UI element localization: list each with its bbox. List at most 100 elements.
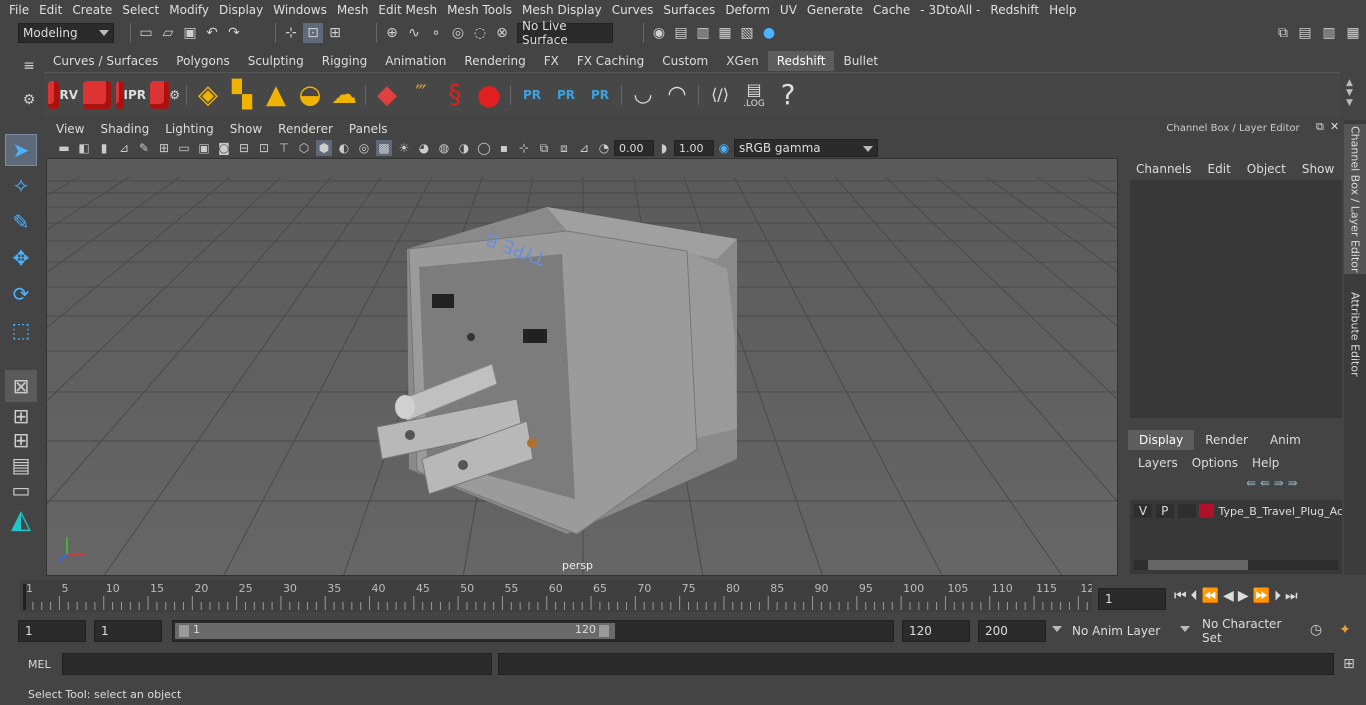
gamma-field[interactable]: 1.00 <box>674 140 714 156</box>
tab-animation[interactable]: Animation <box>376 51 455 71</box>
gear-icon[interactable]: ⚙ <box>19 90 39 110</box>
shelf-scroll-arrows[interactable]: ▲ ▼ ▼ <box>1346 78 1353 108</box>
workspace-icon[interactable]: ⧉ <box>1273 23 1293 43</box>
sphere-material-icon[interactable]: ● <box>474 78 504 112</box>
perspective-viewport[interactable]: TYPE B persp <box>46 158 1118 576</box>
layout-icon[interactable]: ▤ <box>1295 23 1315 43</box>
range-end-grip[interactable] <box>599 625 609 637</box>
snap-point-icon[interactable]: ∘ <box>426 23 446 43</box>
pie-icon[interactable]: ◠ <box>662 78 692 112</box>
resolution-gate-icon[interactable]: ▣ <box>196 140 212 156</box>
menu-help[interactable]: Help <box>1044 3 1081 17</box>
menu-generate[interactable]: Generate <box>802 3 868 17</box>
render-settings-icon[interactable]: ▦ <box>715 23 735 43</box>
soft-select-icon[interactable]: ⊠ <box>5 370 37 402</box>
menu-edit[interactable]: Edit <box>34 3 67 17</box>
play-forward-icon[interactable]: ▶ <box>1238 588 1249 604</box>
menu-3dtoall[interactable]: - 3DtoAll - <box>915 3 985 17</box>
tab-curves-surfaces[interactable]: Curves / Surfaces <box>44 51 167 71</box>
render-globe-icon[interactable]: ● <box>759 23 779 43</box>
channel-menu-edit[interactable]: Edit <box>1208 162 1231 176</box>
ipr-render-icon[interactable]: ▥ <box>693 23 713 43</box>
mode-selector[interactable]: Modeling <box>18 23 114 43</box>
log-button[interactable]: ▤ .LOG <box>739 78 769 112</box>
end-frame-field[interactable]: 200 <box>978 620 1046 642</box>
viewport-menu-lighting[interactable]: Lighting <box>157 122 222 136</box>
menu-mesh-tools[interactable]: Mesh Tools <box>442 3 517 17</box>
select-tool-icon[interactable]: ➤ <box>5 134 37 166</box>
pr-swap-button[interactable]: PR <box>585 78 615 112</box>
hypershade-icon[interactable]: ▧ <box>737 23 757 43</box>
camera-icon[interactable]: ▬ <box>56 140 72 156</box>
playback-start-field[interactable]: 1 <box>94 620 162 642</box>
tab-polygons[interactable]: Polygons <box>167 51 238 71</box>
current-time-indicator[interactable] <box>23 584 26 610</box>
time-slider[interactable]: 1 5 10 15 20 25 30 35 40 45 50 55 60 65 70 75 80 85 90 95 10… <box>20 580 1094 612</box>
menu-redshift[interactable]: Redshift <box>985 3 1044 17</box>
grease-pencil-icon[interactable]: ✎ <box>136 140 152 156</box>
live-surface-field[interactable]: No Live Surface <box>517 19 613 47</box>
pr-cube-button[interactable]: PR <box>517 78 547 112</box>
bookmark-icon[interactable]: ▮ <box>96 140 112 156</box>
layer-menu-help[interactable]: Help <box>1252 456 1279 470</box>
start-frame-field[interactable]: 1 <box>18 620 86 642</box>
select-component-icon[interactable]: ⊞ <box>325 23 345 43</box>
render-view-icon[interactable]: ◉ <box>649 23 669 43</box>
menu-file[interactable]: File <box>4 3 34 17</box>
paint-select-icon[interactable]: ✎ <box>5 206 37 238</box>
tab-sculpting[interactable]: Sculpting <box>239 51 313 71</box>
tab-bullet[interactable]: Bullet <box>834 51 887 71</box>
render-button[interactable] <box>82 78 112 112</box>
mel-input[interactable] <box>62 653 492 675</box>
channel-menu-object[interactable]: Object <box>1247 162 1286 176</box>
tab-fx-caching[interactable]: FX Caching <box>568 51 653 71</box>
new-scene-icon[interactable]: ▭ <box>136 23 156 43</box>
layer-row[interactable]: V P Type_B_Travel_Plug_Ac <box>1130 502 1342 520</box>
range-slider[interactable]: 1 120 <box>172 620 894 642</box>
hair-icon[interactable]: ‴ <box>406 78 436 112</box>
layout-outliner-icon[interactable]: ▭ <box>5 478 37 502</box>
textured-icon[interactable]: ▩ <box>376 140 392 156</box>
playback-toggle[interactable]: P <box>1155 504 1174 518</box>
play-back-icon[interactable]: ◀ <box>1223 588 1234 604</box>
lasso-tool-icon[interactable]: ✧ <box>5 170 37 202</box>
auto-key-icon[interactable]: ◷ <box>1306 620 1326 640</box>
mel-label[interactable]: MEL <box>28 658 51 671</box>
tab-render[interactable]: Render <box>1194 430 1259 450</box>
close-icon[interactable]: ✕ <box>1330 120 1339 133</box>
field-chart-icon[interactable]: ⊟ <box>236 140 252 156</box>
magnet-icon[interactable]: ⊗ <box>492 23 512 43</box>
exposure-icon[interactable]: ◔ <box>596 140 612 156</box>
layout-four-icon[interactable]: ⊞ <box>5 404 37 428</box>
tab-attribute-editor[interactable]: Attribute Editor <box>1344 284 1366 384</box>
layer-scrollbar[interactable] <box>1134 560 1338 570</box>
gamma-icon[interactable]: ◗ <box>656 140 672 156</box>
viewport-menu-renderer[interactable]: Renderer <box>270 122 341 136</box>
tab-redshift[interactable]: Redshift <box>767 51 835 71</box>
area-light-icon[interactable]: ▚ <box>227 78 257 112</box>
tab-fx[interactable]: FX <box>535 51 568 71</box>
render-view-rv-button[interactable]: RV <box>48 78 78 112</box>
safe-title-icon[interactable]: ⊤ <box>276 140 292 156</box>
color-management-icon[interactable]: ◉ <box>716 140 732 156</box>
viewport-menu-show[interactable]: Show <box>222 122 270 136</box>
anim-layer-dropdown[interactable]: No Anim Layer <box>1050 620 1162 642</box>
undo-icon[interactable]: ↶ <box>202 23 222 43</box>
channel-menu-show[interactable]: Show <box>1302 162 1334 176</box>
go-to-start-icon[interactable]: ⏮ <box>1174 588 1187 604</box>
scale-tool-icon[interactable]: ⬚ <box>5 314 37 346</box>
tab-display[interactable]: Display <box>1128 430 1195 450</box>
layer-menu-options[interactable]: Options <box>1192 456 1238 470</box>
menu-surfaces[interactable]: Surfaces <box>658 3 720 17</box>
tab-rigging[interactable]: Rigging <box>313 51 376 71</box>
camera-attr-icon[interactable]: ◧ <box>76 140 92 156</box>
snap-view-icon[interactable]: ◎ <box>448 23 468 43</box>
range-start-grip[interactable] <box>179 625 189 637</box>
layer-color-swatch[interactable] <box>1198 504 1215 518</box>
xray-joints-icon[interactable]: ⧈ <box>556 140 572 156</box>
xray-icon[interactable]: ⧉ <box>536 140 552 156</box>
isolate-select-icon[interactable]: ⊹ <box>516 140 532 156</box>
channel-menu-channels[interactable]: Channels <box>1136 162 1192 176</box>
pr-export-button[interactable]: PR <box>551 78 581 112</box>
lights-icon[interactable]: ☀ <box>396 140 412 156</box>
